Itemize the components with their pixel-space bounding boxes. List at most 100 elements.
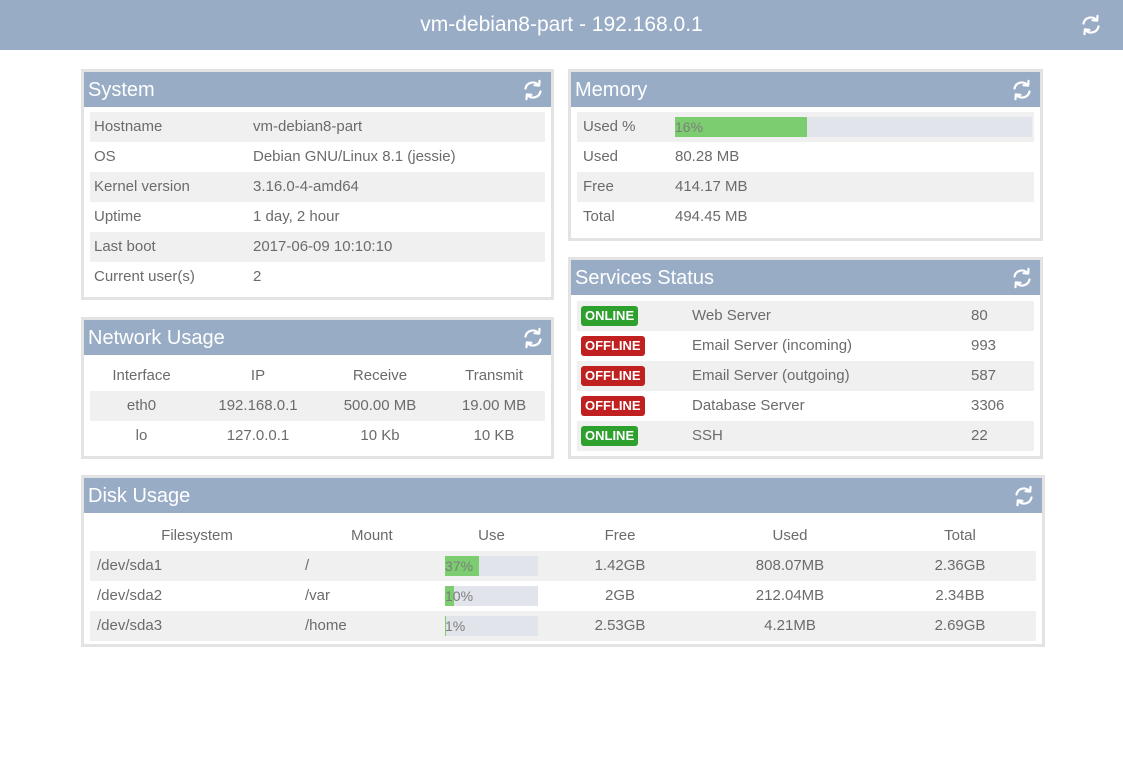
system-row-users: Current user(s) 2: [90, 262, 545, 292]
disk-total: 2.69GB: [934, 617, 986, 634]
service-row: OFFLINE Email Server (outgoing) 587: [577, 361, 1034, 391]
network-panel-title: Network Usage: [88, 327, 225, 349]
services-panel: Services Status ONLINE Web Server 80 OFF…: [568, 257, 1043, 459]
system-label: Hostname: [94, 118, 163, 135]
service-port: 80: [971, 307, 988, 324]
column-header: IP: [250, 367, 266, 384]
system-value: 1 day, 2 hour: [253, 208, 340, 225]
memory-row-total: Total 494.45 MB: [577, 202, 1034, 232]
service-row: OFFLINE Database Server 3306: [577, 391, 1034, 421]
refresh-icon[interactable]: [1012, 484, 1036, 508]
status-badge: OFFLINE: [581, 336, 645, 356]
disk-table-header: Filesystem Mount Use Free Used Total: [90, 521, 1036, 551]
disk-filesystem: /dev/sda1: [97, 557, 163, 574]
service-port: 3306: [971, 397, 1005, 414]
service-name: Web Server: [692, 307, 771, 324]
disk-filesystem: /dev/sda2: [97, 587, 163, 604]
service-port: 993: [971, 337, 997, 354]
disk-panel-title: Disk Usage: [88, 485, 191, 507]
memory-row-used-pct: Used % 16%: [577, 112, 1034, 142]
refresh-icon[interactable]: [521, 326, 545, 350]
service-name: SSH: [692, 427, 723, 444]
system-row-kernel: Kernel version 3.16.0-4-amd64: [90, 172, 545, 202]
table-row: eth0 192.168.0.1 500.00 MB 19.00 MB: [90, 391, 545, 421]
memory-row-free: Free 414.17 MB: [577, 172, 1034, 202]
system-value: Debian GNU/Linux 8.1 (jessie): [253, 148, 456, 165]
column-header: Receive: [352, 367, 408, 384]
network-ip: 127.0.0.1: [226, 427, 290, 444]
refresh-icon[interactable]: [1079, 13, 1103, 37]
system-value: vm-debian8-part: [253, 118, 363, 135]
memory-value: 80.28 MB: [675, 148, 740, 165]
memory-panel-title: Memory: [575, 79, 648, 101]
network-receive: 10 Kb: [360, 427, 400, 444]
column-header: Interface: [112, 367, 171, 384]
memory-value: 414.17 MB: [675, 178, 748, 195]
disk-mount: /: [305, 557, 310, 574]
system-row-hostname: Hostname vm-debian8-part: [90, 112, 545, 142]
system-label: Kernel version: [94, 178, 190, 195]
service-row: ONLINE SSH 22: [577, 421, 1034, 451]
system-row-uptime: Uptime 1 day, 2 hour: [90, 202, 545, 232]
network-panel: Network Usage Interface IP Receive Trans…: [81, 317, 554, 459]
network-transmit: 10 KB: [473, 427, 515, 444]
memory-usage-text: 16%: [675, 119, 704, 135]
disk-total: 2.36GB: [934, 557, 986, 574]
service-port: 587: [971, 367, 997, 384]
table-row: /dev/sda3 /home 1% 2.53GB 4.21MB 2.69GB: [90, 611, 1036, 641]
disk-total: 2.34BB: [935, 587, 985, 604]
refresh-icon[interactable]: [521, 78, 545, 102]
memory-label: Used: [583, 148, 619, 165]
disk-panel: Disk Usage Filesystem Mount Use Free Use…: [81, 475, 1045, 647]
system-label: Last boot: [94, 238, 156, 255]
status-badge: ONLINE: [581, 426, 639, 446]
column-header: Transmit: [465, 367, 523, 384]
memory-label: Free: [583, 178, 614, 195]
disk-used: 212.04MB: [755, 587, 825, 604]
system-label: OS: [94, 148, 116, 165]
page-title: vm-debian8-part - 192.168.0.1: [420, 13, 703, 36]
network-transmit: 19.00 MB: [461, 397, 527, 414]
disk-mount: /var: [305, 587, 331, 604]
disk-usage-bar: 1%: [445, 616, 538, 636]
refresh-icon[interactable]: [1010, 78, 1034, 102]
service-name: Email Server (incoming): [692, 337, 853, 354]
system-panel-header: System: [84, 72, 551, 107]
network-ip: 192.168.0.1: [218, 397, 298, 414]
disk-mount: /home: [305, 617, 347, 634]
network-table-header: Interface IP Receive Transmit: [90, 361, 545, 391]
memory-label: Total: [583, 208, 615, 225]
network-interface: eth0: [126, 397, 157, 414]
disk-usage-text: 37%: [445, 558, 474, 574]
memory-value: 494.45 MB: [675, 208, 748, 225]
disk-used: 4.21MB: [764, 617, 816, 634]
system-value: 2017-06-09 10:10:10: [253, 238, 393, 255]
disk-used: 808.07MB: [755, 557, 825, 574]
column-header: Use: [478, 527, 505, 544]
memory-row-used: Used 80.28 MB: [577, 142, 1034, 172]
column-header: Total: [944, 527, 976, 544]
disk-free: 2.53GB: [594, 617, 646, 634]
service-row: ONLINE Web Server 80: [577, 301, 1034, 331]
table-row: /dev/sda1 / 37% 1.42GB 808.07MB 2.36GB: [90, 551, 1036, 581]
disk-free: 2GB: [604, 587, 635, 604]
system-panel-title: System: [88, 79, 155, 101]
memory-panel-header: Memory: [571, 72, 1040, 107]
refresh-icon[interactable]: [1010, 266, 1034, 290]
disk-usage-bar: 37%: [445, 556, 538, 576]
disk-usage-text: 1%: [445, 618, 466, 634]
services-panel-header: Services Status: [571, 260, 1040, 295]
status-badge: OFFLINE: [581, 396, 645, 416]
column-header: Mount: [351, 527, 393, 544]
network-receive: 500.00 MB: [343, 397, 417, 414]
status-badge: OFFLINE: [581, 366, 645, 386]
column-header: Free: [604, 527, 636, 544]
memory-usage-bar: 16%: [675, 117, 1032, 137]
system-row-last-boot: Last boot 2017-06-09 10:10:10: [90, 232, 545, 262]
system-label: Current user(s): [94, 268, 195, 285]
system-value: 2: [253, 268, 262, 285]
services-panel-title: Services Status: [575, 267, 714, 289]
service-name: Email Server (outgoing): [692, 367, 850, 384]
system-label: Uptime: [94, 208, 142, 225]
disk-free: 1.42GB: [594, 557, 646, 574]
